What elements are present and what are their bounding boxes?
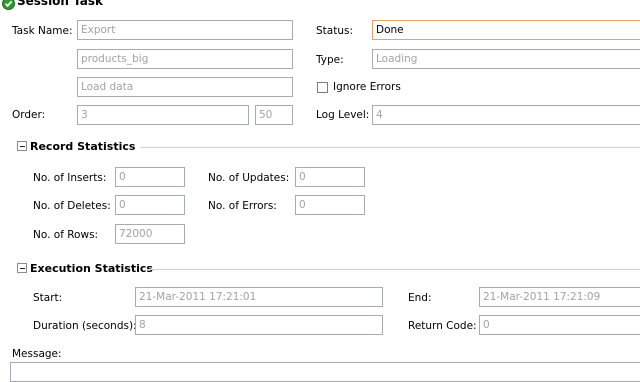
end-field[interactable]: 21-Mar-2011 17:21:09: [479, 287, 640, 307]
inserts-label: No. of Inserts:: [33, 172, 107, 184]
deletes-field[interactable]: 0: [115, 195, 185, 215]
task-name-field[interactable]: Export: [77, 20, 293, 40]
return-code-label: Return Code:: [408, 320, 477, 332]
updates-field[interactable]: 0: [295, 167, 365, 187]
start-field[interactable]: 21-Mar-2011 17:21:01: [135, 287, 383, 307]
end-label: End:: [408, 292, 432, 304]
status-label: Status:: [316, 25, 353, 37]
execution-statistics-title: Execution Statistics: [30, 262, 153, 275]
task-name-label: Task Name:: [12, 25, 73, 37]
record-statistics-divider: [140, 147, 640, 148]
inserts-field[interactable]: 0: [115, 167, 185, 187]
rows-label: No. of Rows:: [33, 229, 99, 241]
errors-label: No. of Errors:: [208, 200, 277, 212]
status-ok-icon: [2, 0, 15, 13]
return-code-field[interactable]: 0: [479, 315, 640, 335]
updates-label: No. of Updates:: [208, 172, 290, 184]
start-label: Start:: [33, 292, 63, 304]
ignore-errors-label: Ignore Errors: [333, 81, 401, 93]
status-field[interactable]: Done: [372, 20, 640, 40]
deletes-label: No. of Deletes:: [33, 200, 111, 212]
message-label: Message:: [12, 348, 62, 360]
order-label: Order:: [12, 109, 46, 121]
type-field[interactable]: Loading: [372, 49, 640, 69]
duration-field[interactable]: 8: [135, 315, 383, 335]
log-level-field[interactable]: 4: [372, 105, 640, 125]
rows-field[interactable]: 72000: [115, 224, 185, 244]
message-field[interactable]: [10, 362, 640, 382]
record-statistics-header[interactable]: Record Statistics: [17, 140, 135, 153]
execution-statistics-header[interactable]: Execution Statistics: [17, 262, 153, 275]
log-level-label: Log Level:: [316, 109, 370, 121]
task-line2-field[interactable]: products_big: [77, 49, 293, 69]
duration-label: Duration (seconds):: [33, 320, 137, 332]
page-title: Session Task: [17, 0, 104, 8]
execution-statistics-divider: [148, 269, 640, 270]
type-label: Type:: [316, 54, 344, 66]
task-line3-field[interactable]: Load data: [77, 77, 293, 97]
record-statistics-title: Record Statistics: [30, 140, 136, 153]
errors-field[interactable]: 0: [295, 195, 365, 215]
order-field[interactable]: 3: [77, 105, 249, 125]
collapse-icon[interactable]: [17, 141, 27, 151]
collapse-icon[interactable]: [17, 263, 27, 273]
order-secondary-field[interactable]: 50: [255, 105, 293, 125]
ignore-errors-checkbox[interactable]: [317, 82, 328, 93]
